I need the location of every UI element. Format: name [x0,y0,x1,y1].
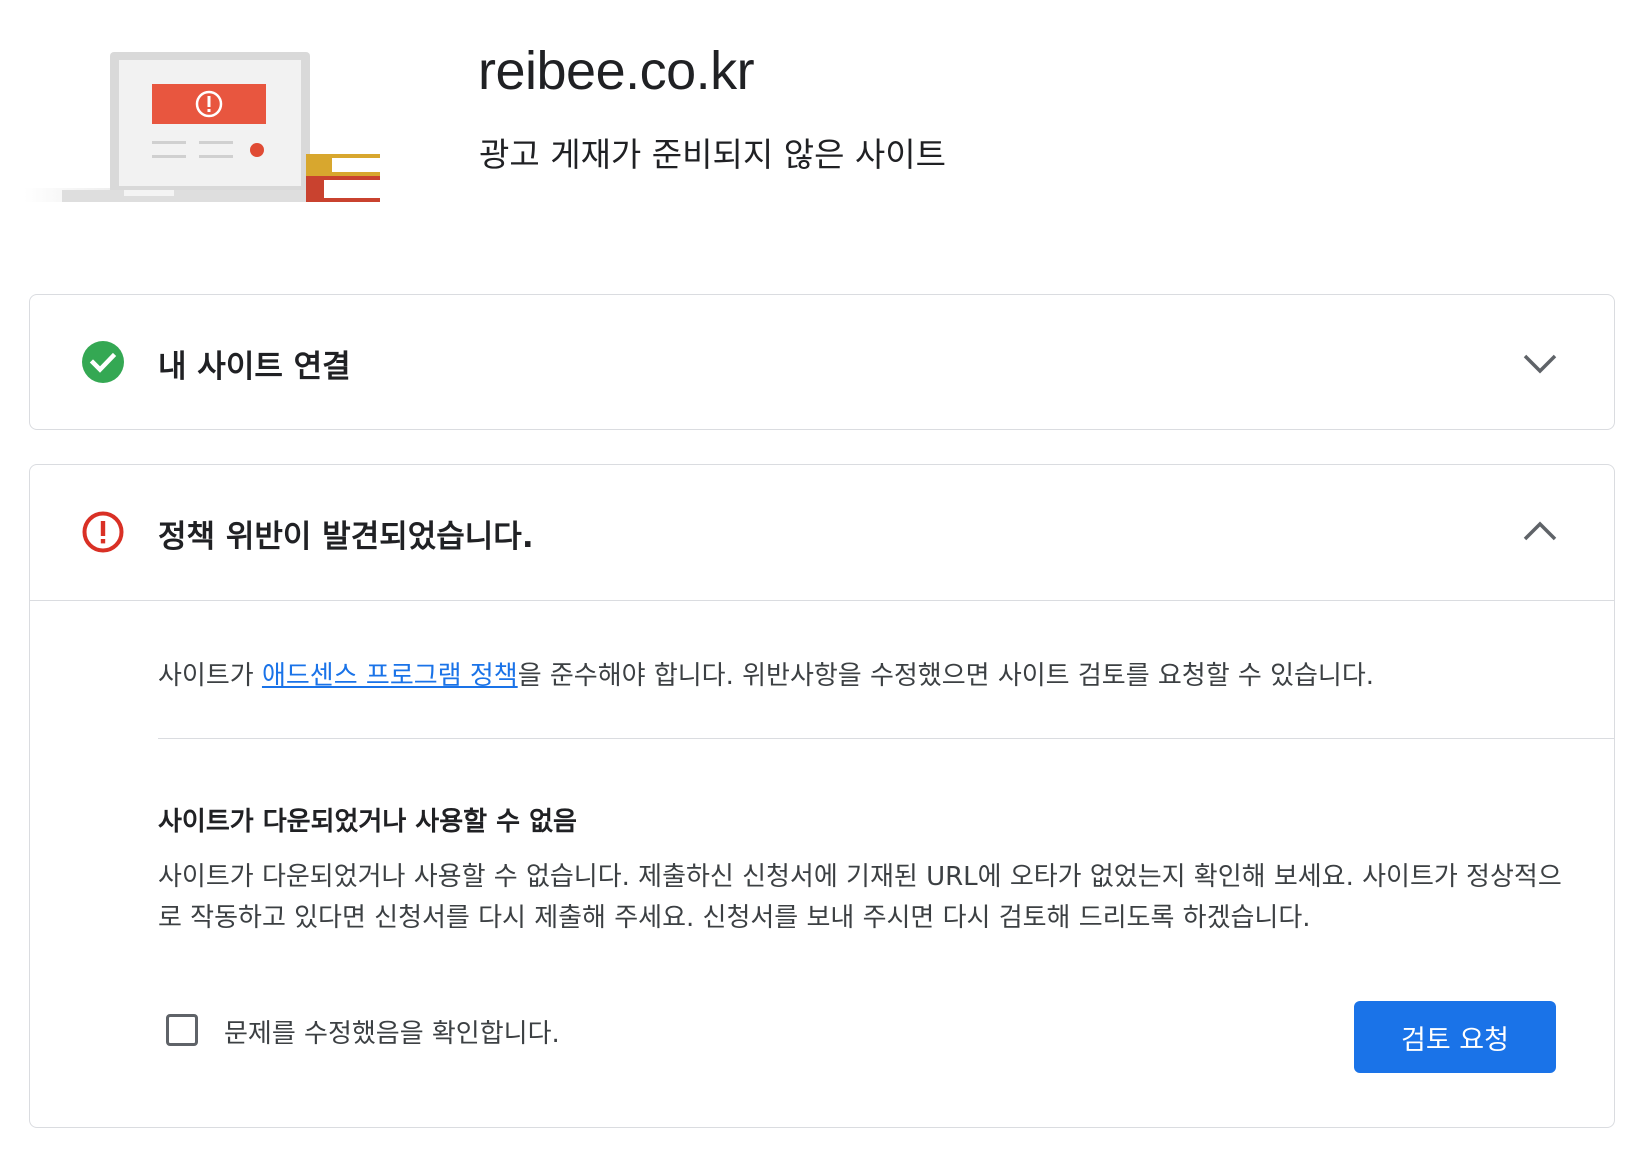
error-circle-icon [82,511,124,553]
policy-violation-title: 정책 위반이 발견되었습니다. [158,519,534,555]
connect-site-header[interactable]: 내 사이트 연결 [30,295,1614,429]
adsense-policy-link[interactable]: 애드센스 프로그램 정책 [262,661,518,691]
site-name: reibee.co.kr [478,41,755,101]
policy-intro: 사이트가 애드센스 프로그램 정책을 준수해야 합니다. 위반사항을 수정했으면… [158,655,1578,692]
chevron-up-icon[interactable] [1522,517,1558,547]
policy-intro-text-rest: 을 준수해야 합니다. 위반사항을 수정했으면 사이트 검토를 요청할 수 있습… [517,661,1375,691]
fix-confirmation-label[interactable]: 문제를 수정했음을 확인합니다. [224,1013,560,1050]
site-not-ready-illustration [24,52,380,202]
connect-site-title: 내 사이트 연결 [158,349,351,385]
issue-description: 사이트가 다운되었거나 사용할 수 없습니다. 제출하신 신청서에 기재된 UR… [158,862,1562,933]
site-header: reibee.co.kr 광고 게재가 준비되지 않은 사이트 [0,0,1638,240]
request-review-button[interactable]: 검토 요청 [1354,1001,1556,1073]
divider [158,738,1614,739]
issue-title: 사이트가 다운되었거나 사용할 수 없음 [158,807,577,837]
connect-site-card: 내 사이트 연결 [29,294,1615,430]
policy-violation-card: 정책 위반이 발견되었습니다. 사이트가 애드센스 프로그램 정책을 준수해야 … [29,464,1615,1128]
site-status: 광고 게재가 준비되지 않은 사이트 [479,135,946,174]
policy-violation-header[interactable]: 정책 위반이 발견되었습니다. [30,465,1614,601]
fix-confirmation-checkbox[interactable] [166,1014,198,1046]
chevron-down-icon[interactable] [1522,347,1558,377]
policy-intro-text: 사이트가 [158,661,262,691]
check-circle-icon [82,341,124,383]
